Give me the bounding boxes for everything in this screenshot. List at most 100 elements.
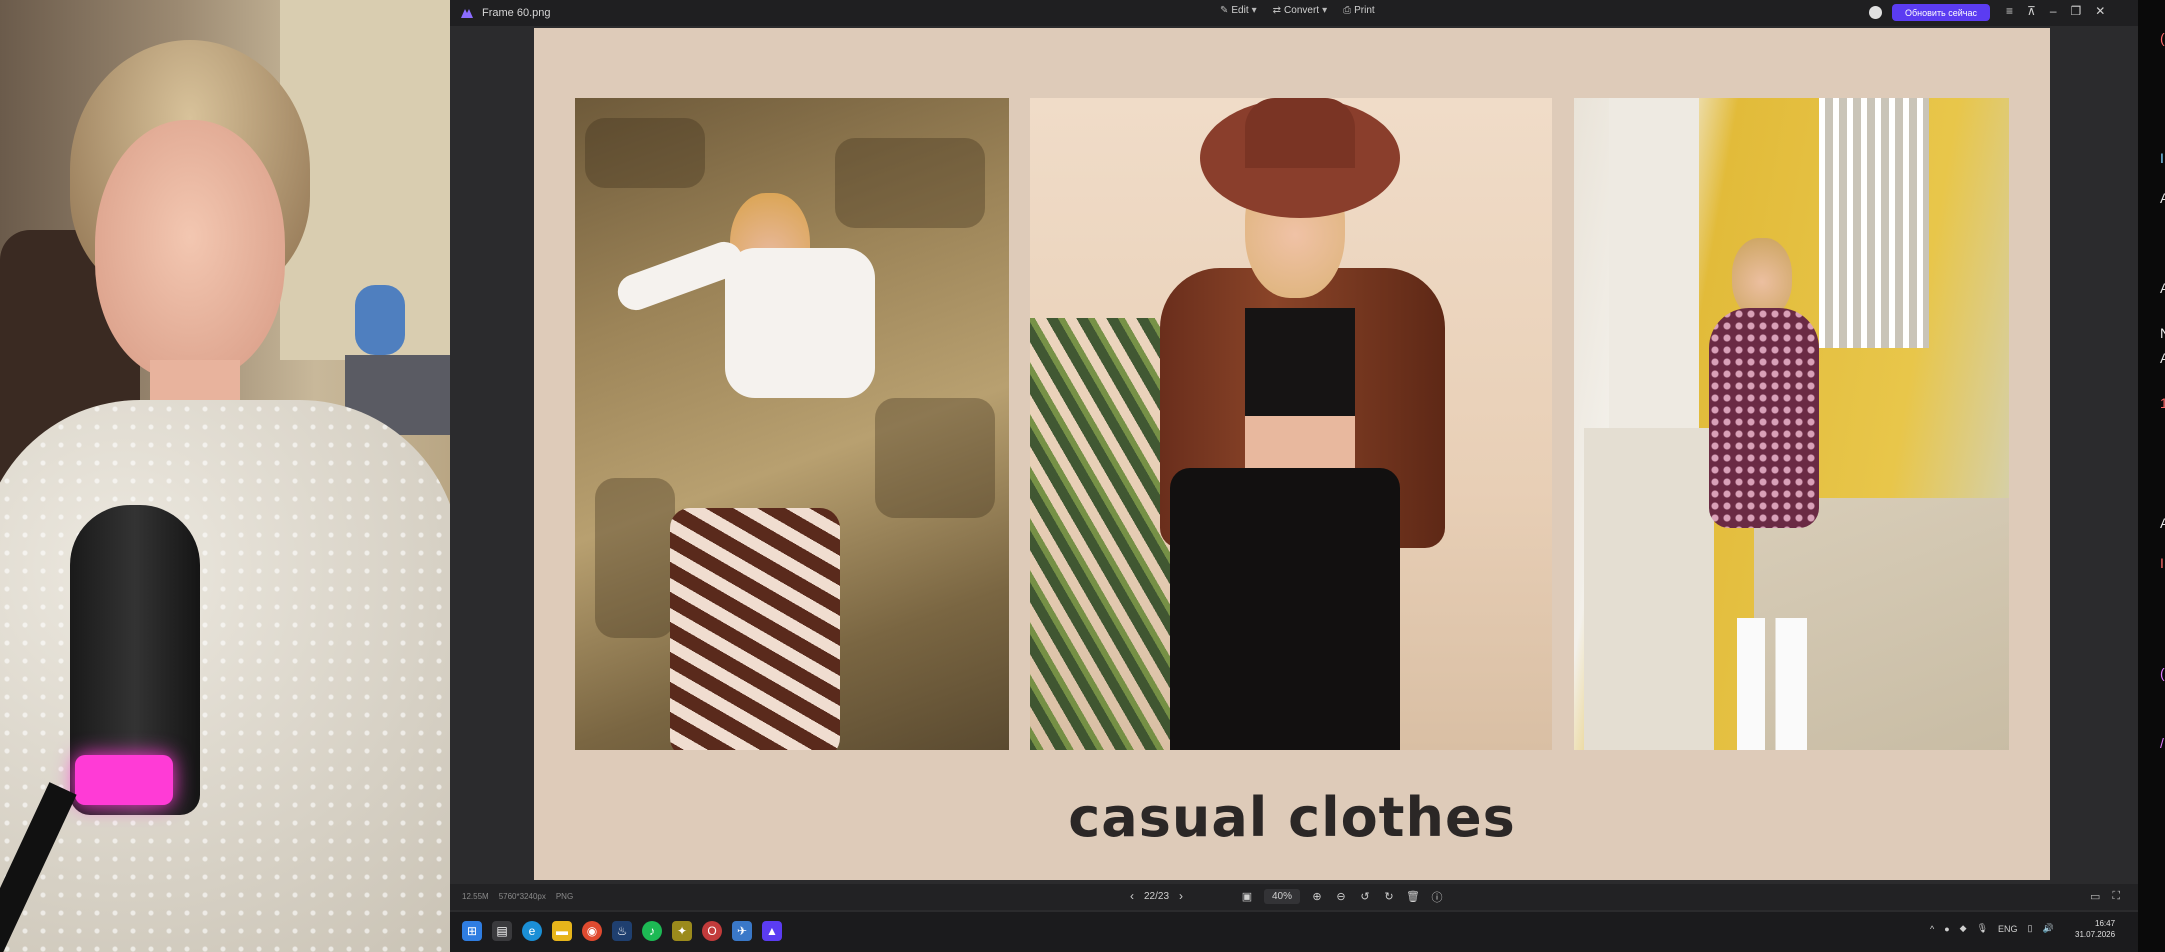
file-name: Frame 60.png [482,7,551,19]
minimize-button[interactable]: – [2050,4,2057,18]
maximize-button[interactable]: ❐ [2071,4,2082,18]
top-menu: ✎ Edit ▾ ⇄ Convert ▾ ⎙ Print [1220,5,1375,16]
edit-icon: ✎ [1220,5,1229,16]
rotate-right-icon[interactable]: ↻ [1382,890,1396,904]
chat-fragment: ( [2160,30,2165,46]
stone-texture [875,398,995,518]
tray-overflow-icon[interactable]: ^ [1930,924,1934,934]
photo-yellow-house-outfit [1574,98,2009,750]
menu-convert-label: Convert [1284,5,1320,16]
close-button[interactable]: ✕ [2095,4,2105,18]
stone-texture [595,478,675,638]
file-size: 12.55M [462,892,489,901]
tray-app-icon[interactable]: ● [1944,924,1949,934]
chat-fragment: I [2160,150,2164,166]
clock-date: 31.07.2026 [2075,930,2116,939]
tablet-icon[interactable]: ▯ [2028,923,2033,934]
image-dimensions: 5760*3240px [498,892,546,901]
photo-leather-jacket-outfit [1030,98,1552,750]
windows-taskbar: ⊞ ▤ e ▬ ◉ ♨ ♪ ✦ O ✈ ▲ ^ ● ◆ 🎙 ENG ▯ 🔊 16… [450,912,2138,952]
white-crop-top [725,248,875,398]
zoom-in-icon[interactable]: ⊕ [1310,890,1324,904]
chevron-down-icon: ▾ [1251,5,1257,16]
prev-page-button[interactable]: ‹ [1130,889,1134,903]
volume-icon[interactable]: 🔊 [2043,923,2054,934]
chat-fragment: A [2160,350,2165,366]
menu-edit[interactable]: ✎ Edit ▾ [1220,5,1257,16]
menu-print-label: Print [1354,5,1375,16]
chat-fragment: A [2160,515,2165,531]
page-navigator: ‹ 22/23 › [1130,889,1183,903]
bottom-toolbar: 12.55M 5760*3240px PNG ‹ 22/23 › ▣ 40% ⊕… [450,884,2138,910]
chat-fragment: A [2160,280,2165,296]
stone-texture [585,118,705,188]
menu-convert[interactable]: ⇄ Convert ▾ [1273,5,1327,16]
white-window-grill [1819,98,1929,348]
stone-texture [835,138,985,228]
print-icon: ⎙ [1343,5,1352,16]
brown-hat-crown [1245,98,1355,168]
webcam-feed [0,0,450,952]
chrome-icon[interactable]: ◉ [582,921,602,941]
file-explorer-icon[interactable]: ▬ [552,921,572,941]
file-meta: 12.55M 5760*3240px PNG [462,892,573,901]
zoom-controls: ▣ 40% ⊕ ⊖ ↺ ↻ 🗑 ⓘ [1240,889,1444,904]
black-crop-top [1245,308,1355,418]
swirl-print-pants [670,508,840,750]
zoom-out-icon[interactable]: ⊖ [1334,890,1348,904]
zoom-level[interactable]: 40% [1264,889,1301,904]
clock-time: 16:47 [2095,919,2116,928]
opera-icon[interactable]: O [702,921,722,941]
chat-fragment: I [2160,555,2164,571]
palm-plant [1030,318,1180,750]
title-bar: Frame 60.png ✎ Edit ▾ ⇄ Convert ▾ ⎙ Prin… [450,0,2138,26]
image-viewer-window: Frame 60.png ✎ Edit ▾ ⇄ Convert ▾ ⎙ Prin… [450,0,2138,912]
language-indicator[interactable]: ENG [1998,924,2018,934]
webcam-lace-pattern [0,400,450,952]
system-tray: ^ ● ◆ 🎙 ENG ▯ 🔊 [1930,923,2054,934]
microphone-light [75,755,173,805]
microphone-icon[interactable]: 🎙 [1977,923,1988,934]
page-indicator: 22/23 [1144,890,1170,902]
chat-fragment: A [2160,190,2165,206]
spotify-icon[interactable]: ♪ [642,921,662,941]
fullscreen-icon[interactable]: ⛶ [2112,890,2120,903]
upgrade-button[interactable]: Обновить сейчас [1892,4,1990,21]
chevron-down-icon: ▾ [1322,5,1328,16]
black-pants [1170,468,1400,750]
steam-icon[interactable]: ♨ [612,921,632,941]
edge-icon[interactable]: e [522,921,542,941]
pin-icon[interactable]: ⊼ [2027,4,2036,18]
chat-overlay-strip: ( I A A N A 1 A I ( / [2138,0,2165,952]
app-icon[interactable]: ✦ [672,921,692,941]
clock[interactable]: 16:47 31.07.2026 [2075,918,2115,940]
image-viewer-app-icon[interactable]: ▲ [762,921,782,941]
file-format: PNG [555,892,574,901]
white-boots [1737,618,1807,750]
delete-icon[interactable]: 🗑 [1406,890,1420,904]
next-page-button[interactable]: › [1179,889,1183,903]
chat-fragment: / [2160,735,2164,751]
chat-fragment: 1 [2160,395,2165,411]
user-avatar[interactable] [1869,6,1882,19]
chat-fragment: ( [2160,665,2165,681]
tray-app-icon[interactable]: ◆ [1960,923,1967,934]
fit-view-icon[interactable]: ▣ [1240,890,1254,904]
convert-icon: ⇄ [1272,5,1282,16]
app-icon[interactable]: ✈ [732,921,752,941]
menu-edit-label: Edit [1231,5,1249,16]
menu-print[interactable]: ⎙ Print [1343,5,1375,16]
info-icon[interactable]: ⓘ [1430,890,1444,904]
window-controls: ≡ ⊼ – ❐ ✕ [2006,4,2105,18]
view-toggles: ▭ ⛶ [2090,890,2120,903]
rotate-left-icon[interactable]: ↺ [1358,890,1372,904]
taskbar-apps: ⊞ ▤ e ▬ ◉ ♨ ♪ ✦ O ✈ ▲ [462,921,782,941]
image-canvas: casual clothes [534,28,2050,880]
menu-icon[interactable]: ≡ [2006,4,2013,18]
start-icon[interactable]: ⊞ [462,921,482,941]
task-view-icon[interactable]: ▤ [492,921,512,941]
panel-icon[interactable]: ▭ [2090,890,2100,903]
floral-mini-dress [1709,308,1819,528]
pillar-base [1584,428,1714,750]
chat-fragment: N [2160,325,2165,341]
